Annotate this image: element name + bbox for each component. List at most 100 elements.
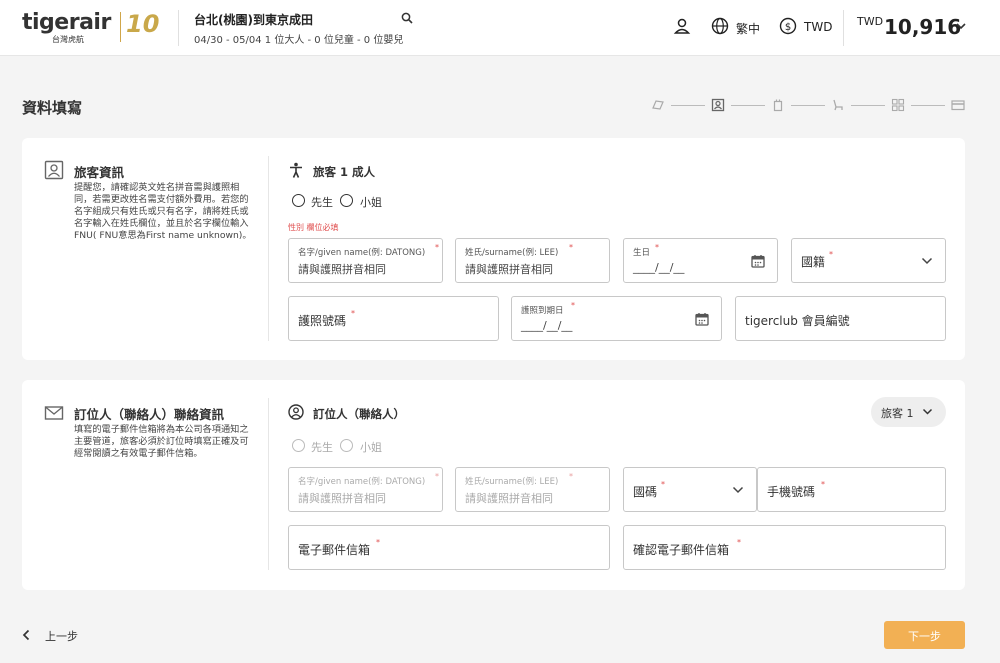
progress-stepper bbox=[651, 98, 971, 112]
step-line bbox=[731, 105, 765, 106]
svg-text:$: $ bbox=[785, 22, 791, 33]
required-star: * bbox=[569, 243, 573, 252]
required-star: * bbox=[569, 472, 573, 481]
tigerclub-member-field[interactable]: tigerclub 會員編號 bbox=[735, 296, 946, 341]
logo-sub: 台灣虎航 bbox=[52, 35, 84, 44]
search-icon[interactable] bbox=[401, 12, 413, 24]
grid-icon bbox=[891, 98, 905, 112]
gender-mr-radio[interactable] bbox=[292, 194, 305, 207]
required-star: * bbox=[821, 480, 825, 489]
step-line bbox=[671, 105, 705, 106]
language-selector[interactable]: 繁中 bbox=[736, 20, 760, 37]
nationality-select[interactable]: 國籍 * bbox=[791, 238, 946, 283]
step-line bbox=[911, 105, 945, 106]
chevron-down-icon bbox=[922, 408, 933, 415]
mobile-number-field[interactable]: 手機號碼 * bbox=[757, 467, 946, 512]
gender-required-note: 性別 欄位必填 bbox=[288, 223, 339, 232]
field-value: 請與護照拼音相同 bbox=[465, 263, 553, 276]
contact-given-name-field[interactable]: 名字/given name(例: DATONG) * 請與護照拼音相同 bbox=[288, 467, 443, 512]
field-value: 請與護照拼音相同 bbox=[298, 263, 386, 276]
surname-field[interactable]: 姓氏/surname(例: LEE) * 請與護照拼音相同 bbox=[455, 238, 610, 283]
required-star: * bbox=[435, 472, 439, 481]
person-standing-icon bbox=[290, 162, 302, 178]
ticket-icon bbox=[652, 100, 664, 110]
tigerair-logo[interactable]: tigerair 台灣虎航 10 bbox=[22, 10, 162, 46]
calendar-icon[interactable] bbox=[695, 312, 709, 326]
chevron-down-icon[interactable] bbox=[921, 257, 933, 265]
field-value: 確認電子郵件信箱 bbox=[633, 543, 730, 557]
gender-ms-label[interactable]: 小姐 bbox=[360, 194, 382, 210]
field-label: 名字/given name(例: DATONG) bbox=[298, 477, 426, 487]
passenger-icon bbox=[44, 160, 64, 180]
gender-mr-label[interactable]: 先生 bbox=[311, 194, 333, 210]
step-line bbox=[851, 105, 885, 106]
next-button-label: 下一步 bbox=[908, 630, 941, 643]
field-label: 姓氏/surname(例: LEE) bbox=[465, 248, 559, 258]
contact-person-icon bbox=[288, 404, 304, 420]
contact-info-card: 訂位人（聯絡人）聯絡資訊 填寫的電子郵件信箱將為本公司各項通知之主要管道，旅客必… bbox=[22, 380, 965, 590]
required-star: * bbox=[829, 250, 833, 259]
card-icon bbox=[951, 100, 965, 111]
required-star: * bbox=[571, 301, 575, 310]
passport-number-field[interactable]: 護照號碼 * bbox=[288, 296, 499, 341]
chevron-down-icon[interactable] bbox=[732, 486, 744, 494]
header-separator bbox=[178, 10, 179, 46]
passenger-side-title: 旅客資訊 bbox=[74, 165, 125, 180]
page-title: 資料填寫 bbox=[22, 99, 83, 117]
contact-gender-ms-label[interactable]: 小姐 bbox=[360, 439, 382, 455]
given-name-field[interactable]: 名字/given name(例: DATONG) * 請與護照拼音相同 bbox=[288, 238, 443, 283]
country-code-select[interactable]: 國碼 * bbox=[623, 467, 757, 512]
field-value: 手機號碼 bbox=[767, 485, 816, 499]
route-details: 04/30 - 05/04 1 位大人 - 0 位兒童 - 0 位嬰兒 bbox=[194, 35, 404, 46]
field-label: 護照到期日 bbox=[521, 306, 564, 316]
email-field[interactable]: 電子郵件信箱 * bbox=[288, 525, 610, 570]
birthday-field[interactable]: 生日 * ____/__/__ bbox=[623, 238, 778, 283]
contact-side-title: 訂位人（聯絡人）聯絡資訊 bbox=[74, 407, 225, 422]
field-label: 名字/given name(例: DATONG) bbox=[298, 248, 426, 258]
route-title[interactable]: 台北(桃園)到東京成田 bbox=[194, 11, 313, 28]
next-button[interactable]: 下一步 bbox=[884, 621, 965, 649]
email-confirm-field[interactable]: 確認電子郵件信箱 * bbox=[623, 525, 946, 570]
field-value: ____/__/__ bbox=[521, 319, 573, 332]
globe-icon[interactable] bbox=[711, 17, 729, 35]
contact-gender-mr-radio[interactable] bbox=[292, 439, 305, 452]
contact-gender-ms-radio[interactable] bbox=[340, 439, 353, 452]
dollar-icon[interactable]: $ bbox=[779, 17, 797, 35]
contact-section-title: 訂位人（聯絡人） bbox=[313, 407, 405, 421]
contact-gender-mr-label[interactable]: 先生 bbox=[311, 439, 333, 455]
required-star: * bbox=[737, 538, 741, 547]
back-button[interactable]: 上一步 bbox=[45, 628, 78, 644]
seat-icon bbox=[833, 99, 843, 111]
currency-selector[interactable]: TWD bbox=[804, 20, 832, 34]
required-star: * bbox=[655, 243, 659, 252]
user-icon[interactable] bbox=[673, 17, 691, 35]
passenger-section-title: 旅客 1 成人 bbox=[313, 165, 376, 179]
mail-icon bbox=[44, 406, 64, 420]
logo-text: tigerair bbox=[22, 10, 111, 35]
contact-surname-field[interactable]: 姓氏/surname(例: LEE) * 請與護照拼音相同 bbox=[455, 467, 610, 512]
field-value: ____/__/__ bbox=[633, 261, 685, 274]
field-value: 電子郵件信箱 bbox=[298, 543, 371, 557]
passenger-icon bbox=[711, 98, 725, 112]
field-value: 請與護照拼音相同 bbox=[298, 492, 386, 505]
logo-divider bbox=[120, 12, 121, 42]
calendar-icon[interactable] bbox=[751, 254, 765, 268]
gender-ms-radio[interactable] bbox=[340, 194, 353, 207]
required-star: * bbox=[435, 243, 439, 252]
chevron-down-icon[interactable] bbox=[955, 21, 967, 31]
required-star: * bbox=[351, 309, 355, 318]
total-price[interactable]: 10,916 bbox=[884, 15, 961, 39]
passenger-side-desc: 提醒您，請確認英文姓名拼音需與護照相同，若需更改姓名需支付額外費用。若您的名字組… bbox=[74, 182, 252, 241]
field-value: 護照號碼 bbox=[298, 314, 347, 328]
passenger-select-button[interactable]: 旅客 1 bbox=[871, 397, 946, 427]
chevron-left-icon[interactable] bbox=[22, 629, 30, 641]
header-separator bbox=[843, 10, 844, 46]
passport-expiry-field[interactable]: 護照到期日 * ____/__/__ bbox=[511, 296, 722, 341]
contact-side-desc: 填寫的電子郵件信箱將為本公司各項通知之主要管道，旅客必須於訂位時填寫正確及可經常… bbox=[74, 424, 249, 459]
top-header: tigerair 台灣虎航 10 台北(桃園)到東京成田 04/30 - 05/… bbox=[0, 0, 1000, 56]
field-value: 請與護照拼音相同 bbox=[465, 492, 553, 505]
passenger-select-label: 旅客 1 bbox=[881, 407, 914, 420]
card-divider bbox=[268, 398, 269, 570]
field-value: 國籍 bbox=[801, 255, 826, 269]
passenger-info-card: 旅客資訊 提醒您，請確認英文姓名拼音需與護照相同，若需更改姓名需支付額外費用。若… bbox=[22, 138, 965, 360]
